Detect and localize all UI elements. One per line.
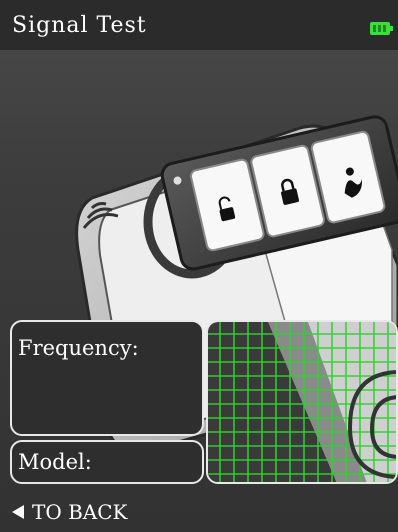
battery-full-icon bbox=[370, 22, 393, 35]
frequency-panel: Frequency: bbox=[10, 320, 204, 436]
page-title: Signal Test bbox=[12, 13, 147, 38]
signal-test-screen: Signal Test Frequency: Model: TO BACK bbox=[0, 0, 398, 532]
back-button[interactable]: TO BACK bbox=[12, 500, 127, 524]
model-panel: Model: bbox=[10, 440, 204, 484]
back-label: TO BACK bbox=[32, 500, 128, 524]
signal-grid-panel bbox=[206, 320, 398, 484]
frequency-label: Frequency: bbox=[18, 336, 139, 360]
signal-grid-icon bbox=[208, 322, 396, 482]
model-label: Model: bbox=[18, 450, 92, 474]
left-arrow-icon bbox=[12, 505, 24, 519]
status-bar: Signal Test bbox=[0, 0, 398, 50]
